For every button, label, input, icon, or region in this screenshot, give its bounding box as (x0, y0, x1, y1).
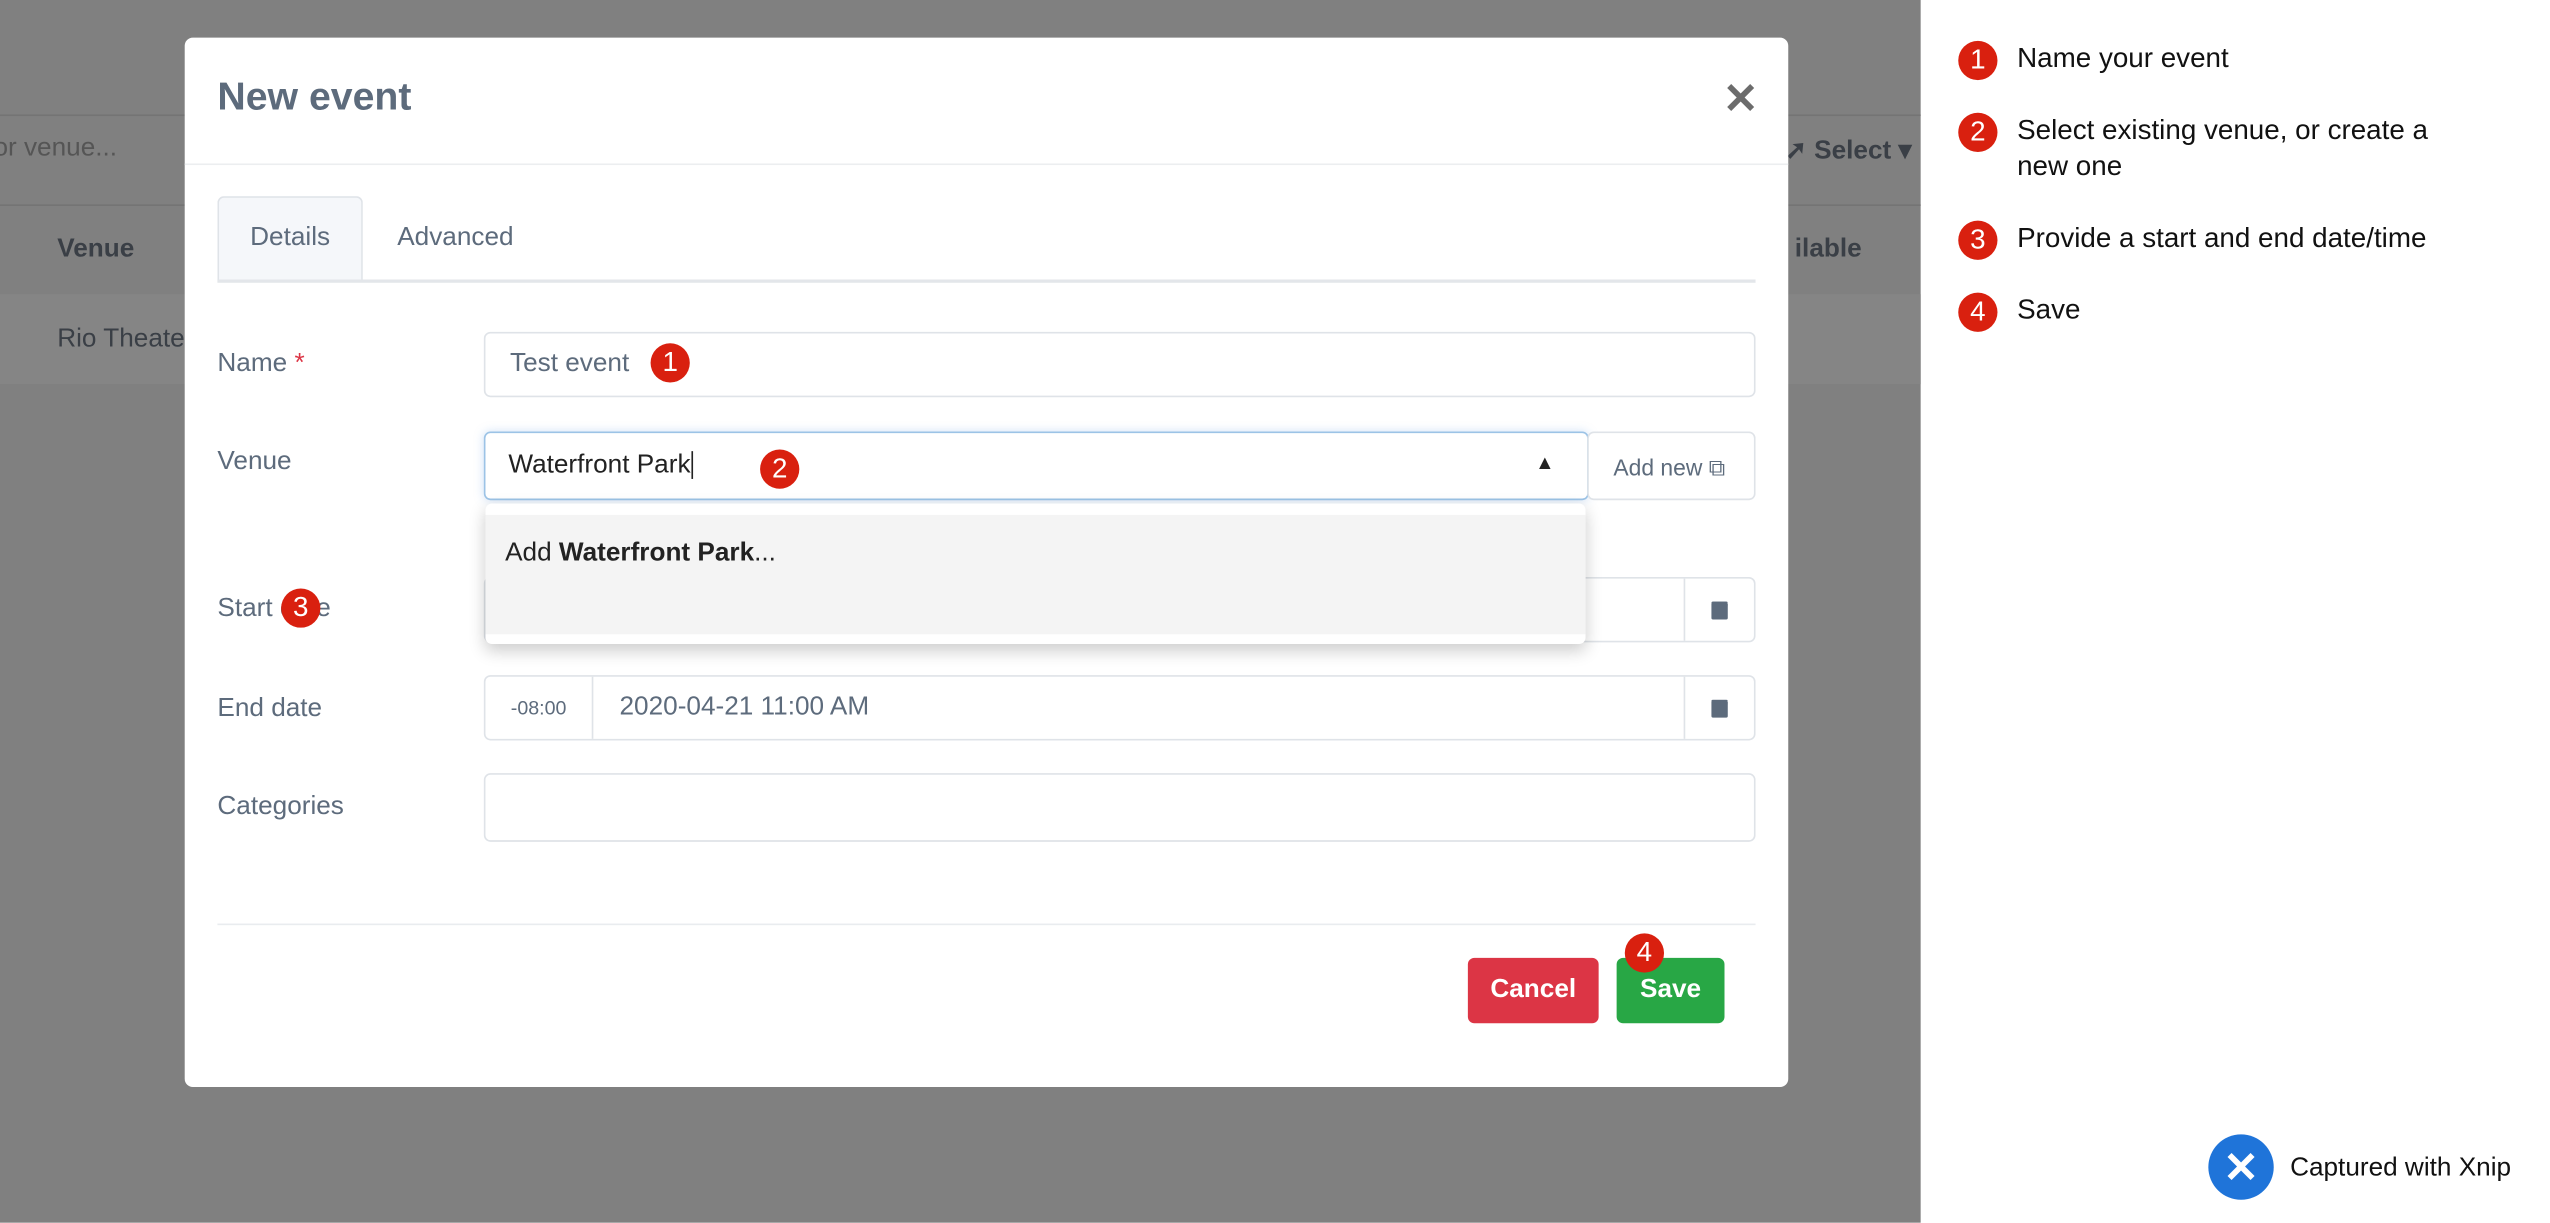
venue-combobox[interactable]: Waterfront Park ▲ (483, 431, 1589, 501)
tab-advanced[interactable]: Advanced (397, 224, 513, 253)
categories-label: Categories (217, 792, 344, 821)
calendar-button[interactable] (1683, 676, 1754, 739)
step-4: 4 Save (1958, 292, 2080, 332)
add-new-venue-button[interactable]: Add new ⧉ (1587, 431, 1756, 501)
divider (184, 163, 1789, 166)
calendar-icon (1711, 600, 1728, 619)
step-3: 3 Provide a start and end date/time (1958, 220, 2426, 260)
xnip-logo: ✕ (2208, 1134, 2274, 1200)
step-badge-2: 2 (760, 449, 800, 489)
step-1: 1 Name your event (1958, 40, 2229, 81)
venue-value: Waterfront Park (508, 451, 691, 479)
divider (217, 923, 1756, 926)
timezone-prefix: -08:00 (485, 676, 594, 739)
tab-details[interactable]: Details (217, 196, 363, 282)
column-venue: Venue (57, 235, 135, 264)
new-event-modal: New event ✕ Details Advanced Name * Test… (184, 37, 1789, 1088)
add-new-label: Add new (1613, 454, 1703, 481)
watermark-text: Captured with Xnip (2290, 1154, 2512, 1182)
step-2: 2 Select existing venue, or create a new … (1958, 112, 2481, 185)
search-input[interactable]: or venue... (0, 134, 117, 163)
calendar-icon (1711, 698, 1728, 717)
end-date-label: End date (217, 694, 323, 723)
tabs-border (217, 279, 1756, 283)
close-icon[interactable]: ✕ (1723, 74, 1759, 125)
categories-input[interactable] (483, 773, 1756, 842)
step-badge-4: 4 (1624, 933, 1665, 973)
cursor-icon: ➚ (1784, 137, 1815, 166)
select-label: Select (1814, 137, 1892, 166)
column-available: ilable (1794, 235, 1862, 264)
end-date-value: 2020-04-21 11:00 AM (619, 693, 870, 721)
calendar-button[interactable] (1683, 578, 1754, 641)
modal-title: New event (217, 75, 412, 120)
cancel-button[interactable]: Cancel (1467, 957, 1599, 1024)
select-button[interactable]: ➚ Select ▾ (1785, 134, 1912, 167)
dropdown-option-add-venue[interactable]: Add Waterfront Park... (485, 514, 1586, 635)
name-label: Name * (217, 349, 305, 378)
step-badge-3: 3 (281, 588, 321, 628)
venue-label: Venue (217, 447, 292, 476)
external-link-icon: ⧉ (1708, 454, 1726, 481)
step-badge-1: 1 (650, 343, 690, 383)
required-marker: * (294, 349, 305, 378)
end-date-input[interactable]: -08:00 2020-04-21 11:00 AM (483, 675, 1756, 741)
caret-up-icon[interactable]: ▲ (1535, 451, 1554, 474)
venue-cell: Rio Theater (57, 325, 194, 354)
venue-dropdown: Add Waterfront Park... (485, 503, 1586, 645)
